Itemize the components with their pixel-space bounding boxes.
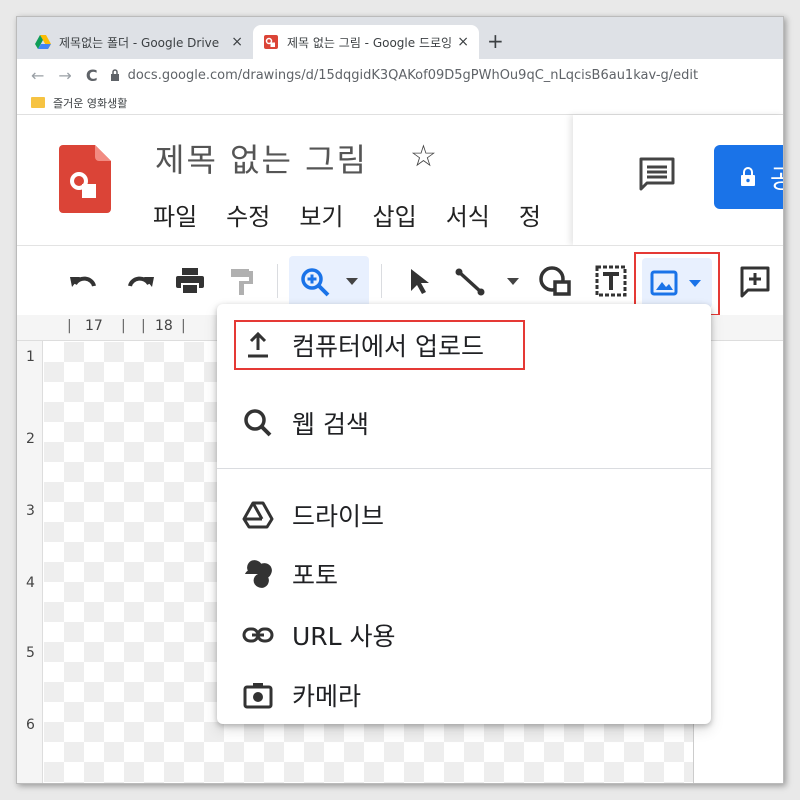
back-arrow-icon[interactable]: ←: [31, 66, 44, 85]
menu-format[interactable]: 서식: [446, 197, 490, 232]
print-icon[interactable]: [173, 264, 207, 298]
google-drive-icon: [35, 35, 51, 49]
menu-divider: [217, 468, 711, 469]
bookmark-item[interactable]: 즐거운 영화생활: [53, 95, 127, 111]
share-label: 공: [770, 159, 783, 196]
ruler-label: 3: [26, 503, 35, 519]
paint-format-icon[interactable]: [227, 264, 257, 298]
google-drawings-icon: [264, 35, 278, 49]
menu-item-label: 웹 검색: [292, 410, 369, 439]
browser-tabstrip: 제목없는 폴더 - Google Drive × 제목 없는 그림 - Goog…: [17, 17, 783, 59]
chevron-down-icon: [346, 278, 358, 285]
address-bar-row: ← → C docs.google.com/drawings/d/15dqgid…: [17, 59, 783, 91]
text-box-icon[interactable]: [593, 264, 629, 298]
toolbar-divider: [277, 264, 278, 298]
tab-title: 제목 없는 그림 - Google 드로잉: [287, 35, 452, 50]
menu-view[interactable]: 보기: [299, 197, 343, 232]
ruler-label: 17: [85, 318, 103, 334]
ruler-label: 1: [26, 349, 35, 365]
photos-icon: [245, 560, 272, 588]
add-comment-icon[interactable]: [739, 264, 771, 298]
tab-close-icon[interactable]: ×: [457, 34, 469, 50]
line-tool-icon[interactable]: [453, 264, 487, 298]
lock-icon: [110, 69, 119, 81]
search-icon: [244, 409, 272, 437]
comment-icon[interactable]: [637, 155, 677, 195]
chevron-down-icon[interactable]: [505, 264, 521, 298]
folder-icon: [31, 97, 45, 108]
app-header: 제목 없는 그림 ☆ 파일 수정 보기 삽입 서식 정 공: [17, 115, 783, 245]
ruler-label: 5: [26, 645, 35, 661]
lock-icon: [741, 167, 755, 186]
header-actions: 공: [573, 115, 783, 245]
camera-icon: [243, 683, 273, 709]
tab-google-drive[interactable]: 제목없는 폴더 - Google Drive ×: [25, 25, 253, 59]
ruler-label: 2: [26, 431, 35, 447]
vertical-ruler: 1 2 3 4 5 6 7: [17, 341, 43, 783]
star-icon[interactable]: ☆: [410, 139, 437, 174]
url-field[interactable]: docs.google.com/drawings/d/15dqgidK3QAKo…: [110, 67, 699, 83]
select-arrow-icon[interactable]: [403, 264, 433, 298]
menu-item-drive[interactable]: 드라이브: [217, 487, 711, 543]
link-icon: [242, 627, 274, 643]
ruler-label: 6: [26, 717, 35, 733]
menu-edit[interactable]: 수정: [226, 197, 270, 232]
tab-google-drawings[interactable]: 제목 없는 그림 - Google 드로잉 ×: [253, 25, 479, 59]
tab-close-icon[interactable]: ×: [231, 34, 243, 50]
menu-item-label: 드라이브: [292, 502, 385, 531]
highlight-box: [234, 320, 525, 370]
reload-icon[interactable]: C: [86, 66, 98, 85]
menu-item-label: 포토: [292, 561, 339, 590]
insert-image-menu: 컴퓨터에서 업로드 웹 검색 드라이브 포토 URL 사용 카메라: [217, 304, 711, 724]
menu-item-label: URL 사용: [292, 622, 396, 651]
menu-item-use-url[interactable]: URL 사용: [217, 607, 711, 663]
zoom-in-icon: [301, 268, 330, 297]
undo-icon[interactable]: [67, 264, 101, 298]
zoom-button[interactable]: [289, 256, 369, 308]
ruler-label: 4: [26, 575, 35, 591]
document-title[interactable]: 제목 없는 그림: [155, 135, 368, 181]
menu-bar: 파일 수정 보기 삽입 서식 정: [153, 197, 570, 232]
menu-insert[interactable]: 삽입: [373, 197, 417, 232]
new-tab-button[interactable]: +: [487, 29, 504, 53]
menu-arrange[interactable]: 정: [519, 197, 541, 232]
tab-title: 제목없는 폴더 - Google Drive: [59, 35, 220, 50]
menu-item-label: 카메라: [292, 682, 362, 711]
bookmarks-bar: 즐거운 영화생활: [17, 91, 783, 115]
menu-file[interactable]: 파일: [153, 197, 197, 232]
menu-item-web-search[interactable]: 웹 검색: [217, 395, 711, 451]
share-button[interactable]: 공: [714, 145, 783, 209]
redo-icon[interactable]: [123, 264, 157, 298]
menu-item-camera[interactable]: 카메라: [217, 667, 711, 723]
url-text: docs.google.com/drawings/d/15dqgidK3QAKo…: [127, 67, 699, 83]
menu-item-photos[interactable]: 포토: [217, 546, 711, 602]
ruler-label: 18: [155, 318, 173, 334]
screenshot-frame: 제목없는 폴더 - Google Drive × 제목 없는 그림 - Goog…: [16, 16, 784, 784]
drive-icon: [242, 501, 274, 529]
shape-tool-icon[interactable]: [537, 264, 577, 298]
forward-arrow-icon[interactable]: →: [58, 66, 71, 85]
toolbar-divider: [381, 264, 382, 298]
google-drawings-logo[interactable]: [59, 145, 111, 213]
